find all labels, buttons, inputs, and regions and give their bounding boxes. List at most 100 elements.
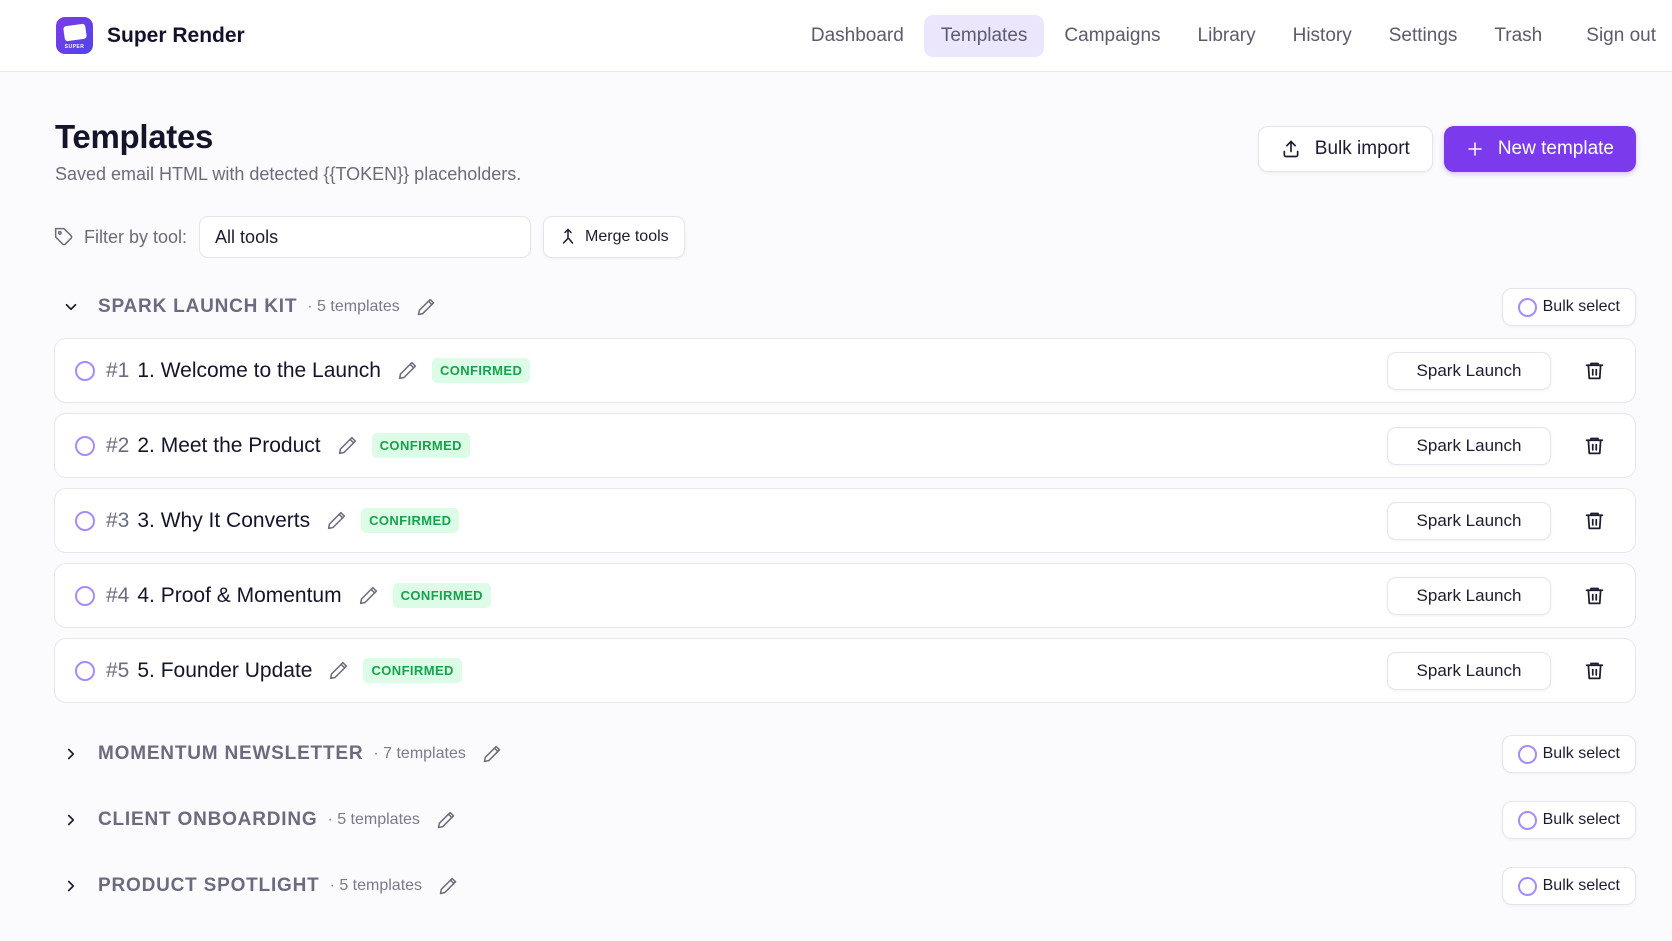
top-bar: SUPER Super Render Dashboard Templates C… — [0, 0, 1672, 72]
row-select-radio[interactable] — [75, 510, 95, 531]
group-name[interactable]: SPARK LAUNCH KIT — [98, 296, 297, 318]
tool-filter-select[interactable]: All tools — [199, 216, 532, 258]
pencil-icon[interactable] — [337, 435, 358, 456]
group-header-product-spotlight: PRODUCT SPOTLIGHT · 5 templates Bulk sel… — [54, 865, 1636, 907]
filter-row: Filter by tool: All tools Merge tools — [54, 216, 685, 258]
trash-icon[interactable] — [1584, 360, 1605, 381]
template-title[interactable]: 2. Meet the Product — [137, 434, 320, 458]
template-row[interactable]: #1 1. Welcome to the Launch CONFIRMED Sp… — [54, 338, 1636, 403]
brand[interactable]: SUPER Super Render — [56, 17, 245, 54]
template-title[interactable]: 4. Proof & Momentum — [137, 584, 341, 608]
nav-dashboard[interactable]: Dashboard — [794, 15, 921, 57]
group-header-client-onboarding: CLIENT ONBOARDING · 5 templates Bulk sel… — [54, 799, 1636, 841]
pencil-icon[interactable] — [416, 297, 436, 317]
bulk-select-radio[interactable] — [1517, 744, 1537, 764]
template-title[interactable]: 1. Welcome to the Launch — [137, 359, 381, 383]
pencil-icon[interactable] — [358, 585, 379, 606]
trash-icon[interactable] — [1584, 510, 1605, 531]
row-select-radio[interactable] — [75, 435, 95, 456]
chevron-right-icon[interactable] — [56, 745, 86, 763]
chevron-right-icon[interactable] — [56, 811, 86, 829]
group-name[interactable]: PRODUCT SPOTLIGHT — [98, 875, 320, 897]
merge-tools-button[interactable]: Merge tools — [543, 216, 685, 258]
template-list: #1 1. Welcome to the Launch CONFIRMED Sp… — [54, 338, 1636, 703]
pencil-icon[interactable] — [328, 660, 349, 681]
bulk-select-label: Bulk select — [1542, 298, 1620, 315]
nav-library[interactable]: Library — [1181, 15, 1273, 57]
tool-pill[interactable]: Spark Launch — [1387, 652, 1551, 690]
trash-icon[interactable] — [1584, 660, 1605, 681]
page-subtitle: Saved email HTML with detected {{TOKEN}}… — [55, 164, 522, 184]
template-groups: SPARK LAUNCH KIT · 5 templates Bulk sele… — [54, 286, 1636, 907]
nav-trash[interactable]: Trash — [1477, 15, 1559, 57]
merge-tools-label: Merge tools — [585, 228, 669, 245]
chevron-right-icon[interactable] — [56, 877, 86, 895]
template-row[interactable]: #3 3. Why It Converts CONFIRMED Spark La… — [54, 488, 1636, 553]
chevron-down-icon[interactable] — [56, 298, 86, 316]
pencil-icon[interactable] — [436, 810, 456, 830]
filter-label-text: Filter by tool: — [84, 226, 188, 247]
bulk-select-label: Bulk select — [1542, 745, 1620, 762]
app-name: Super Render — [107, 23, 245, 47]
template-title[interactable]: 3. Why It Converts — [137, 509, 310, 533]
group-count: · 5 templates — [329, 877, 423, 894]
nav-campaigns[interactable]: Campaigns — [1047, 15, 1177, 57]
tool-pill[interactable]: Spark Launch — [1387, 502, 1551, 540]
row-select-radio[interactable] — [75, 360, 95, 381]
bulk-select-label: Bulk select — [1542, 877, 1620, 894]
group-header-momentum-newsletter: MOMENTUM NEWSLETTER · 7 templates Bulk s… — [54, 733, 1636, 775]
bulk-import-button[interactable]: Bulk import — [1257, 126, 1433, 172]
filter-label: Filter by tool: — [54, 227, 187, 248]
status-badge: CONFIRMED — [371, 433, 470, 458]
pencil-icon[interactable] — [482, 744, 502, 764]
page-header: Templates Saved email HTML with detected… — [55, 118, 521, 185]
status-badge: CONFIRMED — [431, 358, 531, 383]
bulk-select-label: Bulk select — [1542, 811, 1620, 828]
bulk-select-radio[interactable] — [1517, 876, 1537, 896]
template-number: #1 — [106, 358, 130, 382]
main-nav: Dashboard Templates Campaigns Library Hi… — [791, 0, 1672, 72]
new-template-button[interactable]: New template — [1443, 126, 1636, 172]
status-badge: CONFIRMED — [361, 508, 460, 533]
trash-icon[interactable] — [1584, 585, 1605, 606]
tool-pill[interactable]: Spark Launch — [1387, 577, 1551, 615]
nav-settings[interactable]: Settings — [1372, 15, 1475, 57]
group-name[interactable]: CLIENT ONBOARDING — [98, 809, 317, 831]
template-number: #3 — [106, 508, 130, 532]
pencil-icon[interactable] — [438, 876, 458, 896]
group-header-spark-launch-kit: SPARK LAUNCH KIT · 5 templates Bulk sele… — [54, 286, 1636, 328]
bulk-select-button[interactable]: Bulk select — [1501, 867, 1636, 905]
nav-templates[interactable]: Templates — [923, 15, 1045, 57]
plus-icon — [1468, 142, 1482, 156]
tool-pill[interactable]: Spark Launch — [1387, 427, 1551, 465]
row-select-radio[interactable] — [75, 660, 95, 681]
status-badge: CONFIRMED — [363, 658, 462, 683]
group-count: · 5 templates — [307, 298, 400, 315]
header-actions: Bulk import New template — [1257, 126, 1636, 172]
tool-filter-value: All tools — [215, 226, 279, 247]
pencil-icon[interactable] — [397, 360, 418, 381]
nav-history[interactable]: History — [1276, 15, 1369, 57]
upload-icon — [1283, 140, 1299, 158]
bulk-select-button[interactable]: Bulk select — [1501, 801, 1636, 839]
tool-pill[interactable]: Spark Launch — [1387, 352, 1551, 390]
group-count: · 5 templates — [327, 811, 420, 828]
page-title: Templates — [55, 118, 214, 155]
template-number: #2 — [106, 433, 130, 457]
template-row[interactable]: #5 5. Founder Update CONFIRMED Spark Lau… — [54, 638, 1636, 703]
pencil-icon[interactable] — [326, 510, 347, 531]
template-title[interactable]: 5. Founder Update — [137, 659, 312, 683]
bulk-select-button[interactable]: Bulk select — [1501, 735, 1636, 773]
template-number: #4 — [106, 583, 130, 607]
group-name[interactable]: MOMENTUM NEWSLETTER — [98, 743, 363, 765]
row-select-radio[interactable] — [75, 585, 95, 606]
trash-icon[interactable] — [1584, 435, 1605, 456]
bulk-select-radio[interactable] — [1517, 297, 1537, 317]
template-row[interactable]: #2 2. Meet the Product CONFIRMED Spark L… — [54, 413, 1636, 478]
group-count: · 7 templates — [373, 745, 466, 762]
template-row[interactable]: #4 4. Proof & Momentum CONFIRMED Spark L… — [54, 563, 1636, 628]
tag-icon — [54, 227, 73, 246]
bulk-select-radio[interactable] — [1517, 810, 1537, 830]
sign-out-link[interactable]: Sign out — [1569, 15, 1672, 57]
bulk-select-button[interactable]: Bulk select — [1501, 288, 1636, 326]
